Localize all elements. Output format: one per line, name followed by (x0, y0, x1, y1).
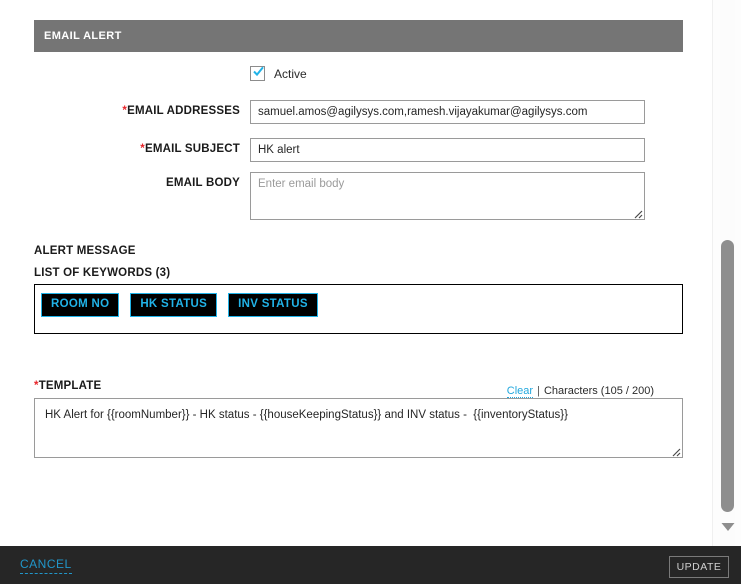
keywords-container: ROOM NO HK STATUS INV STATUS (34, 284, 683, 334)
clear-link[interactable]: Clear (506, 385, 534, 398)
character-counter: Characters (105 / 200) (543, 385, 654, 397)
section-header: EMAIL ALERT (34, 20, 683, 52)
vertical-scrollbar[interactable] (712, 0, 741, 546)
template-label: *TEMPLATE (34, 380, 101, 392)
active-checkbox-label: Active (274, 66, 307, 81)
email-addresses-label-text: EMAIL ADDRESSES (127, 105, 240, 117)
cancel-button[interactable]: CANCEL (20, 557, 72, 574)
email-subject-input[interactable] (250, 138, 645, 162)
scrollbar-thumb[interactable] (721, 240, 734, 512)
template-label-text: TEMPLATE (38, 380, 102, 392)
email-subject-label: *EMAIL SUBJECT (34, 138, 240, 156)
email-subject-label-text: EMAIL SUBJECT (144, 143, 240, 155)
email-addresses-label: *EMAIL ADDRESSES (34, 100, 240, 118)
email-body-label: EMAIL BODY (166, 177, 240, 189)
chevron-down-icon[interactable] (721, 522, 735, 532)
email-addresses-input[interactable] (250, 100, 645, 124)
alert-message-label: ALERT MESSAGE (34, 245, 136, 257)
template-textarea[interactable] (34, 398, 683, 458)
active-row: Active (34, 66, 307, 81)
email-body-row: EMAIL BODY (34, 172, 645, 220)
keyword-chip[interactable]: INV STATUS (228, 293, 318, 317)
email-alert-panel: EMAIL ALERT Active *EMAIL ADDRESSES *EMA… (0, 0, 741, 584)
section-header-title: EMAIL ALERT (44, 30, 122, 42)
keyword-chip[interactable]: ROOM NO (41, 293, 120, 317)
keyword-chip[interactable]: HK STATUS (130, 293, 218, 317)
email-body-wrap (250, 172, 645, 220)
email-subject-row: *EMAIL SUBJECT (34, 138, 645, 162)
active-checkbox[interactable] (250, 66, 265, 81)
update-button[interactable]: UPDATE (669, 556, 729, 578)
template-meta: Clear | Characters (105 / 200) (506, 385, 654, 398)
footer-bar: CANCEL (0, 546, 741, 584)
scrollable-content: EMAIL ALERT Active *EMAIL ADDRESSES *EMA… (0, 0, 712, 546)
email-body-textarea[interactable] (250, 172, 645, 220)
template-wrap (34, 398, 683, 458)
email-addresses-row: *EMAIL ADDRESSES (34, 100, 645, 124)
keywords-label: LIST OF KEYWORDS (3) (34, 267, 171, 279)
checkmark-icon (253, 66, 264, 77)
active-checkbox-wrap[interactable]: Active (250, 66, 307, 81)
meta-separator: | (537, 385, 540, 397)
